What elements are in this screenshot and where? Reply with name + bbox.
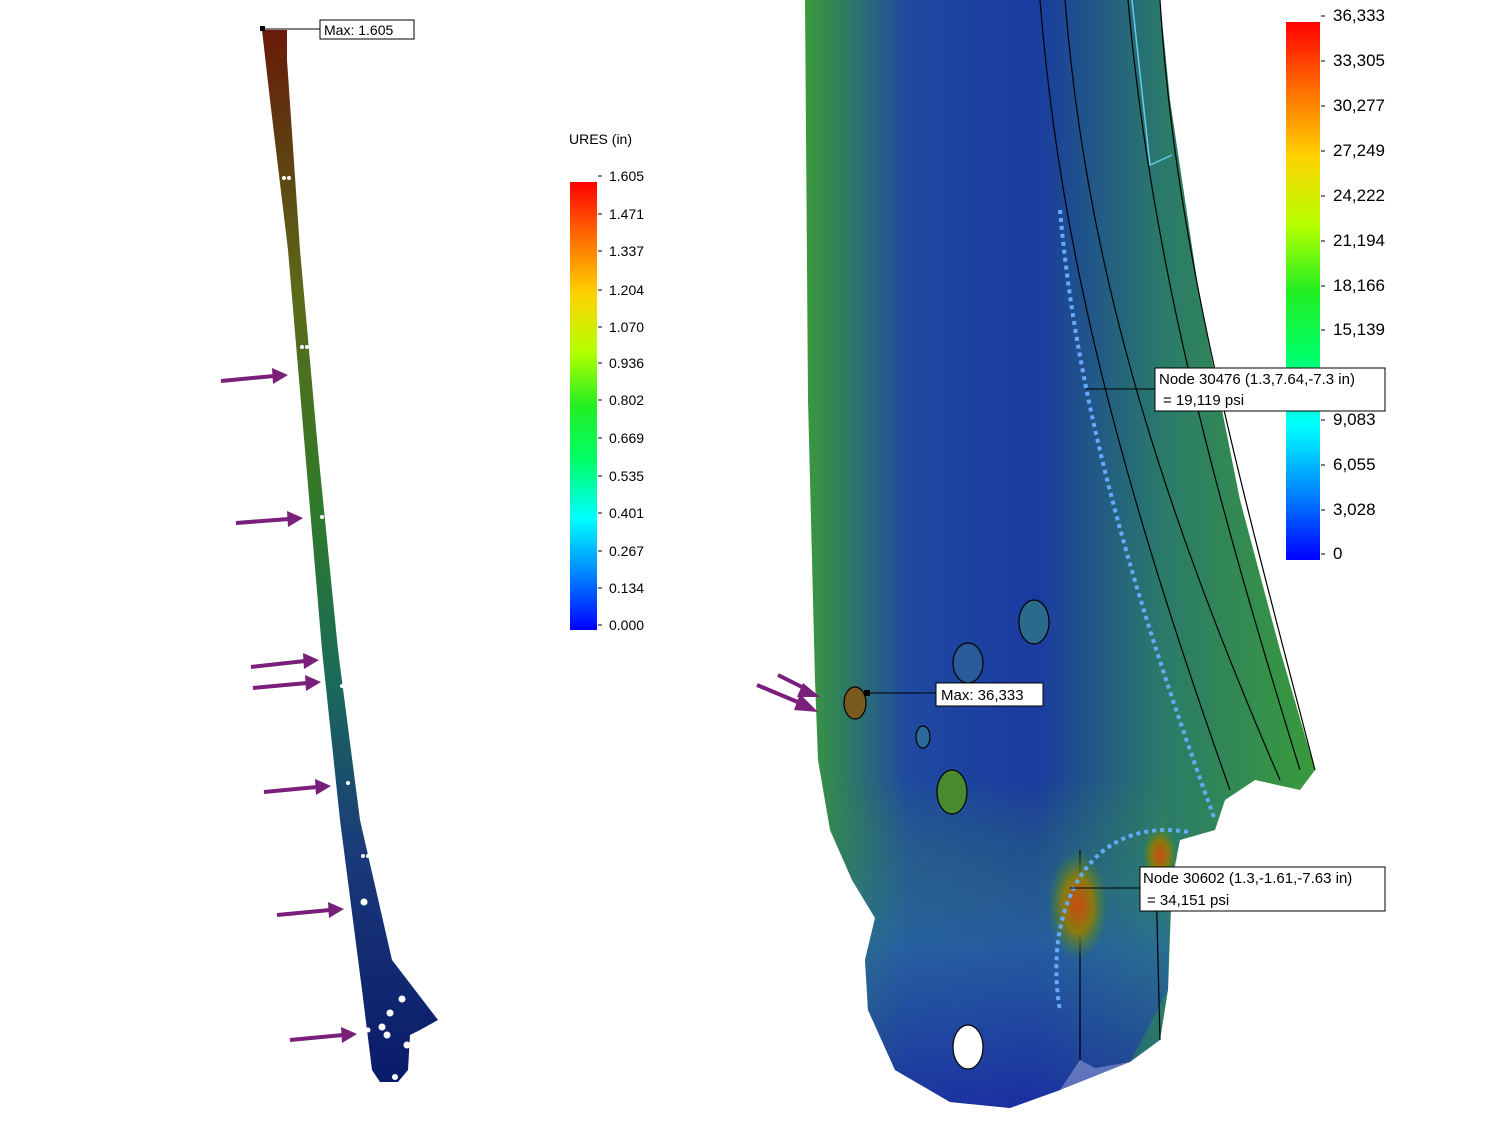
probe-2-line2: = 34,151 psi: [1147, 892, 1229, 909]
load-arrow: [220, 368, 288, 384]
legend-ticks: 36,333 33,305 30,277 27,249 24,222 21,194 18,1…: [1321, 6, 1385, 563]
legend-tick-label: 1.605: [609, 168, 644, 184]
part-base-shading: [830, 780, 1170, 1108]
legend-tick-label: 1.070: [609, 319, 644, 335]
probe-1-line2: = 19,119 psi: [1163, 392, 1244, 409]
legend-tick-label: 6,055: [1333, 455, 1376, 474]
legend-tick-label: 30,277: [1333, 96, 1385, 115]
hole: [1018, 599, 1050, 645]
legend-tick-label: 3,028: [1333, 500, 1376, 519]
legend-tick-label: 21,194: [1333, 231, 1385, 250]
legend-tick-label: 1.204: [609, 282, 644, 298]
legend-tick-label: 36,333: [1333, 6, 1385, 25]
max-marker: [864, 690, 870, 696]
fea-results-figure: Max: 1.605 URES (in) 1.605 1.471 1.337 1.20…: [220, 0, 1386, 1108]
legend-tick-label: 1.337: [609, 243, 644, 259]
legend-tick-label: 0.535: [609, 468, 644, 484]
legend-tick-label: 24,222: [1333, 186, 1385, 205]
hole: [952, 1024, 984, 1070]
load-arrows: [756, 673, 820, 712]
legend-ticks: 1.605 1.471 1.337 1.204 1.070 0.936 0.802 0.669…: [598, 168, 644, 633]
stress-plot: Max: 36,333 36,333 33,305 30,277 27,249 24,2…: [756, 0, 1386, 1108]
legend-tick-label: 0.267: [609, 543, 644, 559]
legend-tick-label: 33,305: [1333, 51, 1385, 70]
legend-tick-label: 15,139: [1333, 320, 1385, 339]
legend-tick-label: 0.936: [609, 355, 644, 371]
legend-tick-label: 27,249: [1333, 141, 1385, 160]
max-marker: [260, 26, 265, 31]
legend-tick-label: 0.669: [609, 430, 644, 446]
max-callout-text: Max: 1.605: [324, 22, 393, 38]
legend-tick-label: 0.401: [609, 505, 644, 521]
load-arrow: [263, 779, 331, 795]
max-callout-text: Max: 36,333: [941, 687, 1024, 704]
legend-tick-label: 0: [1333, 544, 1342, 563]
load-arrow: [289, 1027, 357, 1043]
hole: [843, 686, 867, 720]
load-arrow: [276, 902, 344, 918]
load-arrow: [252, 675, 321, 691]
hole: [936, 769, 968, 815]
legend-tick-label: 1.471: [609, 206, 644, 222]
beam-body: [262, 30, 438, 1082]
legend-color-bar: [570, 182, 597, 630]
hole: [952, 642, 984, 684]
probe-1-line1: Node 30476 (1.3,7.64,-7.3 in): [1159, 371, 1355, 388]
legend-tick-label: 18,166: [1333, 276, 1385, 295]
legend-tick-label: 0.802: [609, 392, 644, 408]
legend-title: URES (in): [569, 131, 632, 147]
legend-color-bar: [1286, 22, 1320, 560]
legend-tick-label: 9,083: [1333, 410, 1376, 429]
legend-tick-label: 0.000: [609, 617, 644, 633]
probe-2-line1: Node 30602 (1.3,-1.61,-7.63 in): [1143, 870, 1352, 887]
load-arrow: [777, 673, 820, 697]
legend-tick-label: 0.134: [609, 580, 644, 596]
displacement-plot: Max: 1.605 URES (in) 1.605 1.471 1.337 1.20…: [220, 19, 644, 1082]
load-arrow: [250, 653, 319, 669]
hole: [915, 725, 931, 749]
load-arrow: [235, 511, 303, 527]
